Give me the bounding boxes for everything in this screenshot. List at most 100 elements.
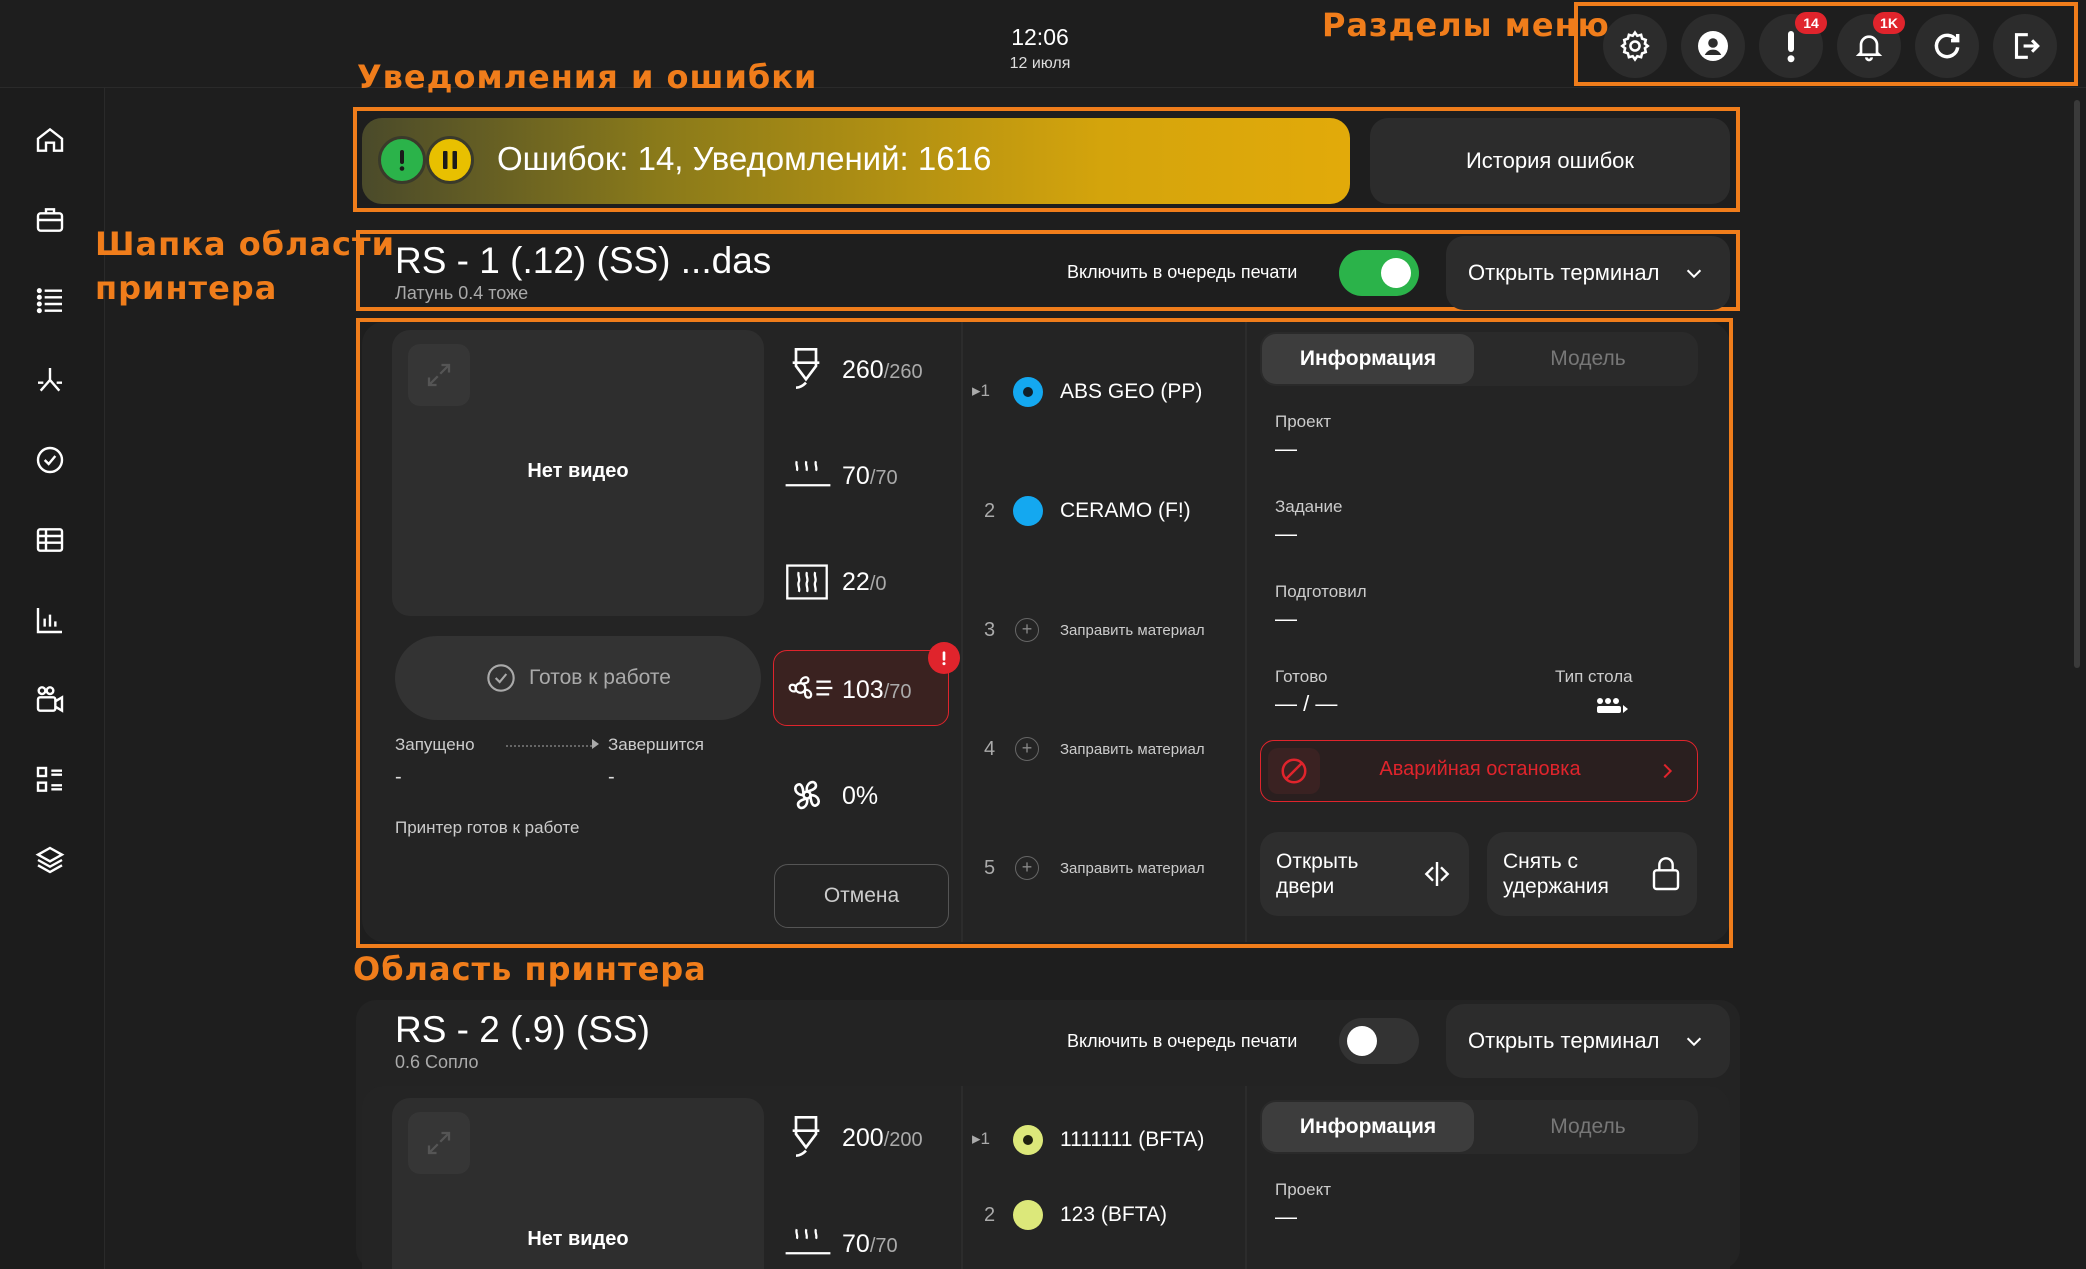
prepared-value: — — [1275, 606, 1297, 631]
material-4-add-icon[interactable]: + — [1015, 737, 1039, 761]
printer-2-tab-model[interactable]: Модель — [1482, 1102, 1694, 1152]
ready-status-label: Готов к работе — [529, 666, 671, 689]
list-icon — [36, 288, 62, 314]
printer-2-material-1-name[interactable]: 1111111 (BFTA) — [1060, 1128, 1204, 1152]
tab-model[interactable]: Модель — [1482, 334, 1694, 384]
sidebar-item-projects[interactable] — [30, 200, 70, 240]
material-4-add-label[interactable]: Заправить материал — [1060, 741, 1205, 758]
task-label: Задание — [1275, 497, 1343, 516]
printer-name: RS - 1 (.12) (SS) ...das — [395, 240, 772, 281]
material-2-name[interactable]: CERAMO (F!) — [1060, 499, 1191, 523]
cooling-error-badge — [928, 642, 960, 674]
queue-toggle[interactable] — [1339, 250, 1419, 296]
cancel-button[interactable]: Отмена — [774, 864, 949, 928]
open-terminal-button[interactable]: Открыть терминал — [1446, 236, 1730, 310]
doors-icon — [1420, 858, 1454, 890]
expand-icon — [427, 1131, 451, 1155]
column-divider — [961, 322, 963, 942]
notifications-button[interactable]: 1K — [1837, 12, 1905, 78]
chevron-down-icon — [1687, 269, 1702, 279]
printer-status-text: Принтер готов к работе — [395, 818, 580, 837]
printer-2-material-2-name[interactable]: 123 (BFTA) — [1060, 1203, 1167, 1227]
refresh-button[interactable] — [1915, 14, 1979, 78]
exclamation-icon — [942, 651, 946, 666]
cooling-icon — [786, 670, 834, 706]
annotation-printer-area: Область принтера — [353, 950, 707, 988]
settings-button[interactable] — [1603, 14, 1667, 78]
queue-label: Включить в очередь печати — [1067, 262, 1298, 282]
material-1-name[interactable]: ABS GEO (PP) — [1060, 380, 1202, 404]
ends-value: - — [608, 766, 615, 788]
check-circle-icon — [36, 446, 64, 474]
nozzle-temp-value: 260 — [842, 356, 884, 384]
bed-temp-target: /70 — [869, 467, 898, 489]
error-history-button[interactable]: История ошибок — [1370, 118, 1730, 204]
column-divider — [961, 1086, 963, 1269]
expand-icon — [427, 363, 451, 387]
bed-temp-value: 70 — [842, 462, 870, 490]
pause-indicator — [426, 136, 474, 184]
printer-2-bed-temp-value: 70 — [842, 1230, 870, 1258]
material-3-add-icon[interactable]: + — [1015, 618, 1039, 642]
sidebar-item-list[interactable] — [30, 280, 70, 320]
toggle-knob — [1347, 1026, 1377, 1056]
sidebar-item-statistics[interactable] — [30, 600, 70, 640]
column-divider — [1245, 1086, 1247, 1269]
error-indicator — [378, 136, 426, 184]
sidebar-item-layers[interactable] — [30, 840, 70, 880]
chevron-down-icon — [1687, 1037, 1702, 1047]
material-5-add-icon[interactable]: + — [1015, 856, 1039, 880]
toggle-knob — [1381, 258, 1411, 288]
material-5-add-label[interactable]: Заправить материал — [1060, 860, 1205, 877]
printer-2-nozzle-icon — [786, 1114, 826, 1164]
gear-icon — [1620, 30, 1650, 62]
expand-video-button[interactable] — [408, 344, 470, 406]
clock-time: 12:06 — [1011, 24, 1069, 50]
user-icon — [1698, 31, 1728, 61]
table-type-label: Тип стола — [1555, 667, 1633, 686]
started-label: Запущено — [395, 735, 475, 754]
sidebar-item-tools[interactable] — [30, 360, 70, 400]
chevron-right-icon — [1656, 760, 1678, 782]
fan-speed: 0% — [842, 782, 879, 810]
sidebar-item-table[interactable] — [30, 520, 70, 560]
scrollbar-thumb[interactable] — [2074, 100, 2080, 668]
sidebar-item-dashboard[interactable] — [30, 760, 70, 800]
layers-icon — [35, 846, 65, 874]
printer-2-bed-temperature: 70/70 — [842, 1230, 898, 1259]
printer-2-open-terminal-button[interactable]: Открыть терминал — [1446, 1004, 1730, 1078]
alerts-badge: 14 — [1795, 12, 1827, 34]
material-3-add-label[interactable]: Заправить материал — [1060, 622, 1205, 639]
sidebar-item-home[interactable] — [30, 120, 70, 160]
tab-info[interactable]: Информация — [1262, 334, 1474, 384]
open-terminal-label: Открыть терминал — [1468, 260, 1660, 285]
tool-icon — [38, 368, 62, 392]
briefcase-icon — [36, 208, 64, 232]
fan-icon — [786, 774, 828, 816]
nozzle-temp-target: /260 — [883, 361, 923, 383]
chart-icon — [36, 608, 62, 634]
printer-2-queue-toggle[interactable] — [1339, 1018, 1419, 1064]
home-icon — [36, 127, 64, 152]
alerts-button[interactable]: 14 — [1759, 12, 1827, 78]
ends-label: Завершится — [608, 735, 704, 754]
logout-button[interactable] — [1993, 14, 2057, 78]
printer-subtitle: Латунь 0.4 тоже — [395, 283, 529, 303]
material-4-number: 4 — [984, 738, 996, 760]
timeline-arrow — [592, 739, 599, 749]
printer-2-tab-info[interactable]: Информация — [1262, 1102, 1474, 1152]
profile-button[interactable] — [1681, 14, 1745, 78]
printer-2-queue-label: Включить в очередь печати — [1067, 1031, 1298, 1051]
cooling-temp-target: /70 — [883, 681, 912, 703]
bell-icon — [1855, 35, 1883, 62]
ready-value: — / — — [1275, 691, 1338, 716]
material-5-number: 5 — [984, 857, 996, 879]
printer-2-expand-video-button[interactable] — [408, 1112, 470, 1174]
sidebar-item-approved[interactable] — [30, 440, 70, 480]
no-video-text: Нет видео — [527, 460, 629, 482]
ready-status-button[interactable]: Готов к работе — [395, 636, 761, 720]
printer-2-no-video-text: Нет видео — [527, 1228, 629, 1250]
camera-icon — [36, 686, 64, 713]
sidebar-item-cameras[interactable] — [30, 680, 70, 720]
cooling-temp-value: 103 — [842, 676, 884, 704]
